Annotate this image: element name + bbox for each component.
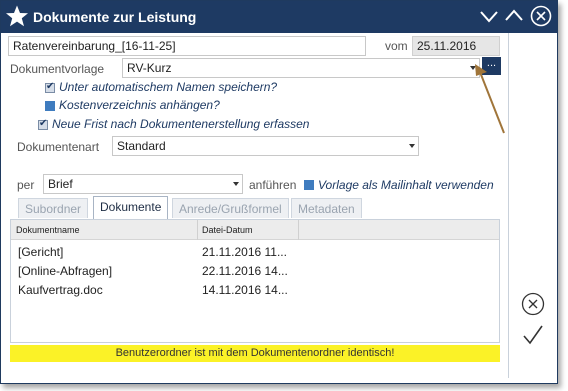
row-date: 22.11.2016 14... [202,264,288,278]
doctype-dropdown[interactable]: Standard [112,136,419,156]
document-list[interactable]: Dokumentname Datei-Datum [Gericht] 21.11… [10,219,500,343]
new-deadline-label: Neue Frist nach Dokumentenerstellung erf… [52,117,310,131]
per-label: per [17,178,35,192]
cost-directory-label: Kostenverzeichnis anhängen? [59,98,220,112]
column-header-name[interactable]: Dokumentname [16,225,80,235]
window-title: Dokumente zur Leistung [33,9,197,25]
chevron-up-icon[interactable] [503,5,525,27]
mail-template-checkbox[interactable] [304,180,314,190]
auto-name-checkbox[interactable] [45,81,55,93]
per-dropdown[interactable]: Brief [43,174,243,194]
date-field[interactable]: 25.11.2016 [412,36,500,56]
document-name-input[interactable]: Ratenvereinbarung_[16-11-25] [8,36,366,56]
tab-dokumente[interactable]: Dokumente [93,196,169,219]
row-name: Kaufvertrag.doc [18,283,103,297]
table-row[interactable]: Kaufvertrag.doc 14.11.2016 14... [11,281,499,299]
star-icon [6,5,28,27]
title-bar[interactable]: Dokumente zur Leistung [1,1,557,33]
auto-name-label: Unter automatischem Namen speichern? [59,80,278,94]
row-date: 14.11.2016 14... [202,283,288,297]
tab-anrede[interactable]: Anrede/Grußformel [172,198,289,218]
column-header-date[interactable]: Datei-Datum [202,225,253,235]
row-name: [Gericht] [18,245,64,259]
doctype-value: Standard [117,139,166,153]
status-message: Benutzerordner ist mit dem Dokumentenord… [10,345,500,362]
row-name: [Online-Abfragen] [18,264,113,278]
table-row[interactable]: [Gericht] 21.11.2016 11... [11,243,499,261]
list-header: Dokumentname Datei-Datum [11,220,499,240]
row-date: 21.11.2016 11... [202,245,287,259]
cost-directory-checkbox[interactable] [45,101,55,111]
annotation-arrow-icon [475,64,505,134]
tab-subordner[interactable]: Subordner [18,198,89,218]
new-deadline-checkbox[interactable] [38,118,48,130]
dropdown-arrow-icon [233,182,239,186]
template-label: Dokumentvorlage [10,62,105,76]
column-divider[interactable] [298,220,299,240]
per-value: Brief [48,177,73,191]
anfuehren-label: anführen [249,178,297,192]
dialog-window: Dokumente zur Leistung Ratenvereinbarung… [0,0,558,384]
vom-label: vom [385,39,408,53]
close-icon[interactable] [530,5,552,27]
template-value: RV-Kurz [127,61,172,75]
column-divider[interactable] [197,220,198,240]
tab-metadaten[interactable]: Metadaten [291,198,362,218]
mail-template-label: Vorlage als Mailinhalt verwenden [318,178,494,192]
chevron-down-icon[interactable] [478,5,500,27]
doctype-label: Dokumentenart [17,140,100,154]
cancel-circle-icon[interactable] [521,292,545,316]
checkmark-icon[interactable] [521,324,545,346]
table-row[interactable]: [Online-Abfragen] 22.11.2016 14... [11,262,499,280]
template-dropdown[interactable]: RV-Kurz [122,58,480,78]
dropdown-arrow-icon [409,144,415,148]
